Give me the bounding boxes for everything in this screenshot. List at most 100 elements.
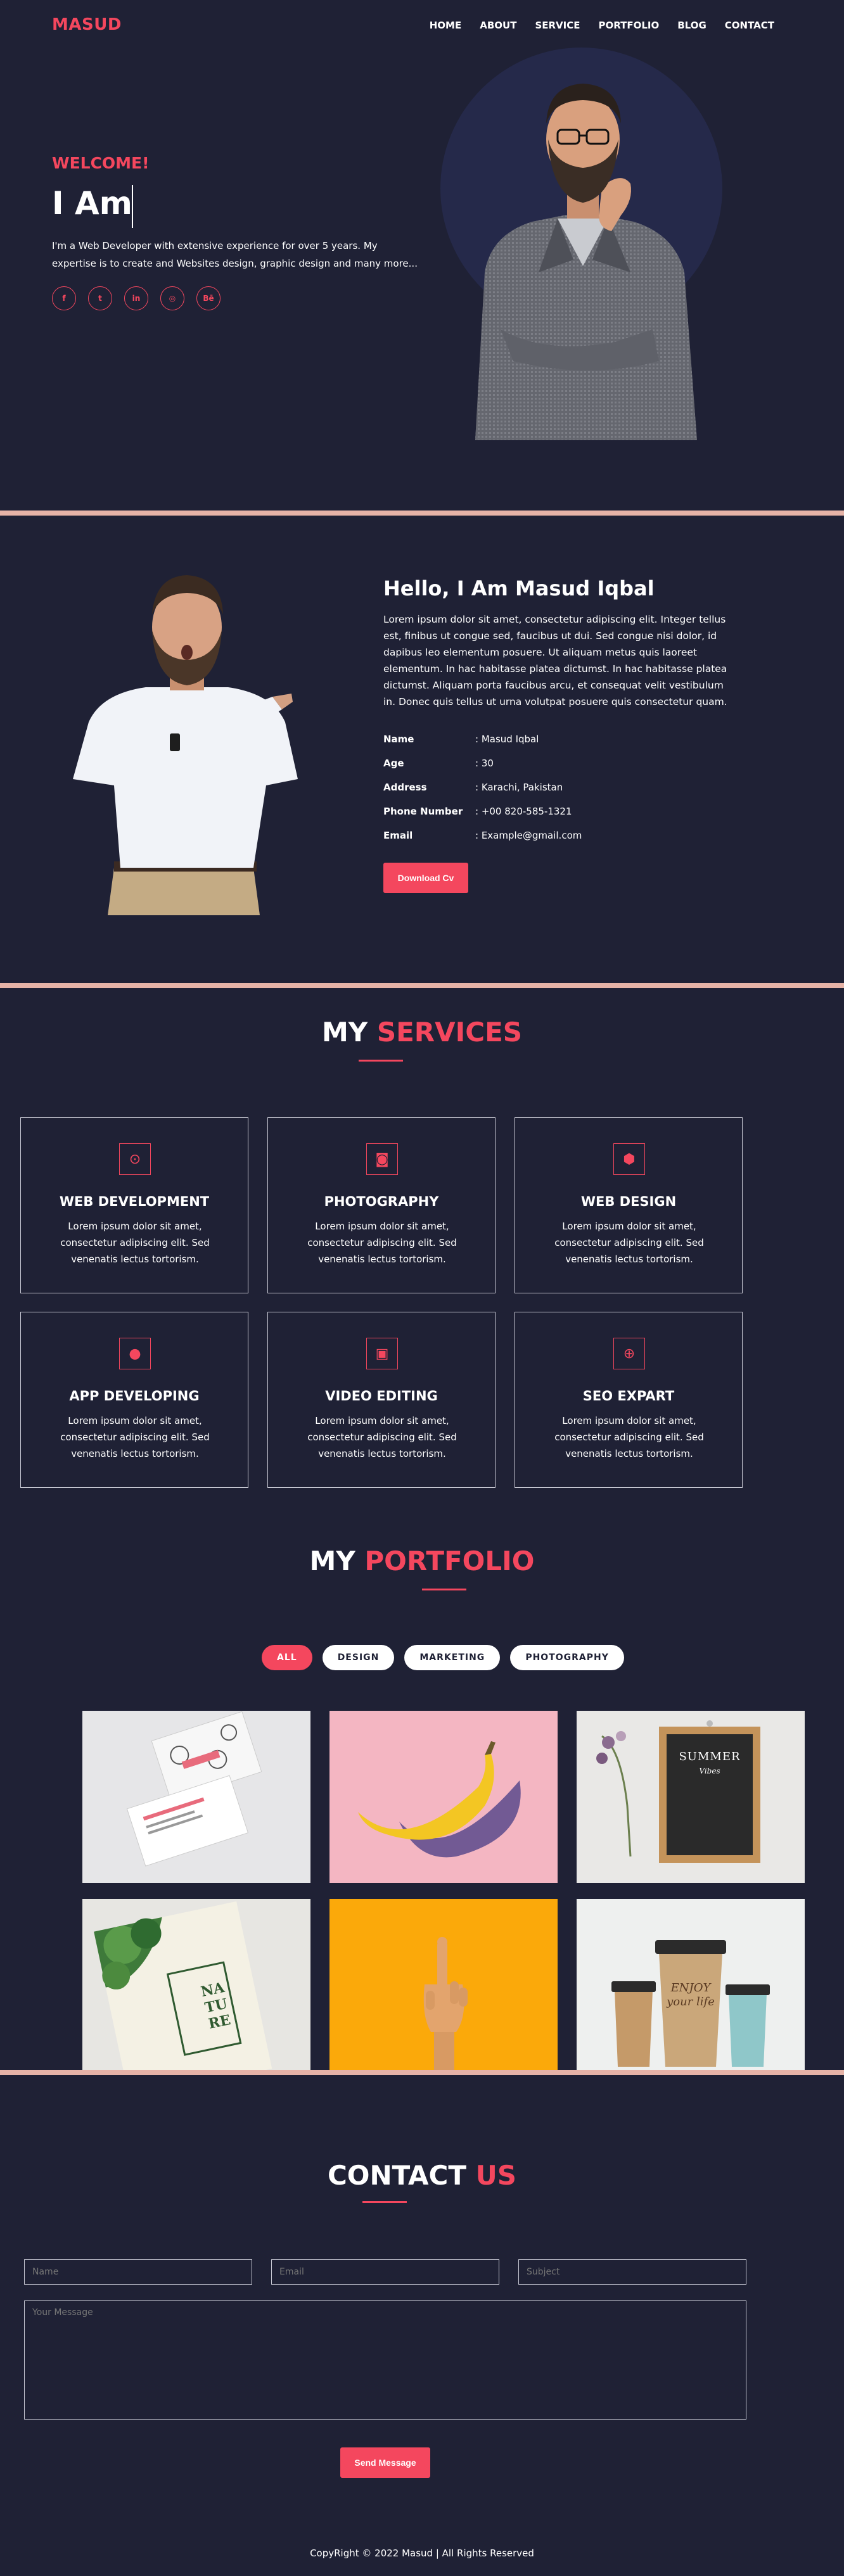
portfolio-item-wooden-hand[interactable] (329, 1899, 558, 2071)
twitter-icon[interactable]: t (88, 286, 112, 310)
about-portrait-image (73, 575, 298, 915)
service-description: Lorem ipsum dolor sit amet, consectetur … (307, 1221, 457, 1265)
facebook-icon[interactable]: f (52, 286, 76, 310)
section-divider (0, 2070, 844, 2075)
services-title-white: MY (321, 1017, 368, 1048)
wooden-hand-image (423, 1937, 468, 2071)
nav-portfolio[interactable]: PORTFOLIO (598, 20, 659, 31)
info-row-age: Age : 30 (383, 751, 582, 775)
behance-icon[interactable]: Bē (196, 286, 221, 310)
typing-cursor (132, 185, 133, 228)
service-card[interactable]: ⊕ SEO EXPART Lorem ipsum dolor sit amet,… (515, 1312, 743, 1488)
portfolio-item-nature[interactable]: NA TU RE (82, 1899, 310, 2071)
service-card[interactable]: ⬢ WEB DESIGN Lorem ipsum dolor sit amet,… (515, 1117, 743, 1293)
hero-portrait-image (475, 84, 697, 440)
summer-subtitle: Vibes (699, 1767, 720, 1775)
section-divider (0, 983, 844, 988)
portfolio-item-banana[interactable] (329, 1711, 558, 1883)
info-row-address: Address : Karachi, Pakistan (383, 775, 582, 799)
service-description: Lorem ipsum dolor sit amet, consectetur … (554, 1221, 704, 1265)
nav-about[interactable]: ABOUT (480, 20, 516, 31)
portfolio-item-coffee-cups[interactable]: ENJOY your life (577, 1899, 805, 2071)
title-underline (359, 1060, 403, 1062)
service-description: Lorem ipsum dolor sit amet, consectetur … (60, 1415, 210, 1459)
info-key: Email (383, 830, 413, 841)
service-description: Lorem ipsum dolor sit amet, consectetur … (60, 1221, 210, 1265)
info-value: : Karachi, Pakistan (475, 782, 563, 793)
service-card[interactable]: ● APP DEVELOPING Lorem ipsum dolor sit a… (20, 1312, 248, 1488)
nav-blog[interactable]: BLOG (677, 20, 707, 31)
info-row-phone: Phone Number : +00 820-585-1321 (383, 799, 582, 823)
about-description: Lorem ipsum dolor sit amet, consectetur … (383, 614, 727, 707)
cube-icon: ⬢ (613, 1143, 645, 1175)
info-value: : Example@gmail.com (475, 830, 582, 841)
contact-title: CONTACT US (0, 2160, 844, 2191)
portfolio-title-red: PORTFOLIO (364, 1545, 535, 1577)
send-message-button[interactable]: Send Message (340, 2447, 430, 2478)
footer-copyright: CopyRight © 2022 Masud | All Rights Rese… (310, 2547, 534, 2559)
info-key: Address (383, 782, 427, 793)
filter-all[interactable]: ALL (262, 1645, 312, 1670)
email-input[interactable] (271, 2259, 499, 2285)
social-links: f t in ◎ Bē (52, 286, 221, 310)
page: WELCOME! I Am I'm a Web Developer with e… (0, 0, 844, 2576)
portfolio-item-business-cards[interactable] (82, 1711, 310, 1883)
portfolio-title: MY PORTFOLIO (0, 1545, 844, 1577)
search-icon: ⊕ (613, 1338, 645, 1369)
info-value: : 30 (475, 758, 494, 769)
main-menu: HOME ABOUT SERVICE PORTFOLIO BLOG CONTAC… (430, 20, 774, 31)
filter-design[interactable]: DESIGN (322, 1645, 395, 1670)
portfolio-item-summer-board[interactable]: SUMMER Vibes (577, 1711, 805, 1883)
welcome-label: WELCOME! (52, 154, 150, 172)
hero-section: WELCOME! I Am I'm a Web Developer with e… (0, 0, 844, 514)
linkedin-icon[interactable]: in (124, 286, 148, 310)
service-title: WEB DEVELOPMENT (59, 1194, 210, 1209)
instagram-icon[interactable]: ◎ (160, 286, 184, 310)
section-divider (0, 511, 844, 516)
service-title: VIDEO EDITING (325, 1388, 438, 1404)
portfolio-filters: ALL DESIGN MARKETING PHOTOGRAPHY (262, 1645, 624, 1670)
info-key: Phone Number (383, 806, 463, 817)
banana-image (358, 1741, 521, 1858)
download-cv-button[interactable]: Download Cv (383, 863, 468, 893)
site-logo[interactable]: MASUD (52, 15, 122, 34)
subject-input[interactable] (518, 2259, 746, 2285)
camera-icon: ◙ (366, 1143, 398, 1175)
name-input[interactable] (24, 2259, 252, 2285)
summer-title: SUMMER (679, 1750, 741, 1763)
business-cards-image (126, 1711, 262, 1867)
nav-home[interactable]: HOME (430, 20, 461, 31)
filter-photography[interactable]: PHOTOGRAPHY (510, 1645, 624, 1670)
service-card[interactable]: ⊙ WEB DEVELOPMENT Lorem ipsum dolor sit … (20, 1117, 248, 1293)
cup-text: ENJOY your life (667, 1981, 715, 2008)
top-nav: MASUD HOME ABOUT SERVICE PORTFOLIO BLOG … (0, 0, 844, 53)
service-description: Lorem ipsum dolor sit amet, consectetur … (554, 1415, 704, 1459)
title-underline (362, 2201, 407, 2203)
title-underline (422, 1589, 466, 1590)
services-title-red: SERVICES (376, 1017, 523, 1048)
nav-service[interactable]: SERVICE (535, 20, 580, 31)
contact-title-white: CONTACT (327, 2160, 467, 2191)
filter-marketing[interactable]: MARKETING (404, 1645, 501, 1670)
info-table: Name : Masud Iqbal Age : 30 Address : Ka… (383, 727, 582, 847)
github-icon: ⊙ (119, 1143, 151, 1175)
service-title: WEB DESIGN (580, 1194, 677, 1209)
summer-board-image (596, 1720, 760, 1863)
service-card[interactable]: ▣ VIDEO EDITING Lorem ipsum dolor sit am… (267, 1312, 496, 1488)
hero-description: I'm a Web Developer with extensive exper… (52, 240, 418, 269)
service-title: SEO EXPART (582, 1388, 675, 1404)
portfolio-title-white: MY (309, 1545, 355, 1577)
info-key: Name (383, 733, 414, 745)
service-description: Lorem ipsum dolor sit amet, consectetur … (307, 1415, 457, 1459)
services-title: MY SERVICES (0, 1017, 844, 1048)
about-title: Hello, I Am Masud Iqbal (383, 576, 655, 600)
apple-icon: ● (119, 1338, 151, 1369)
nav-contact[interactable]: CONTACT (725, 20, 774, 31)
info-value: : +00 820-585-1321 (475, 806, 572, 817)
service-title: PHOTOGRAPHY (324, 1194, 439, 1209)
info-key: Age (383, 758, 404, 769)
message-textarea[interactable] (24, 2300, 746, 2420)
contact-title-red: US (475, 2160, 517, 2191)
info-row-name: Name : Masud Iqbal (383, 727, 582, 751)
service-card[interactable]: ◙ PHOTOGRAPHY Lorem ipsum dolor sit amet… (267, 1117, 496, 1293)
